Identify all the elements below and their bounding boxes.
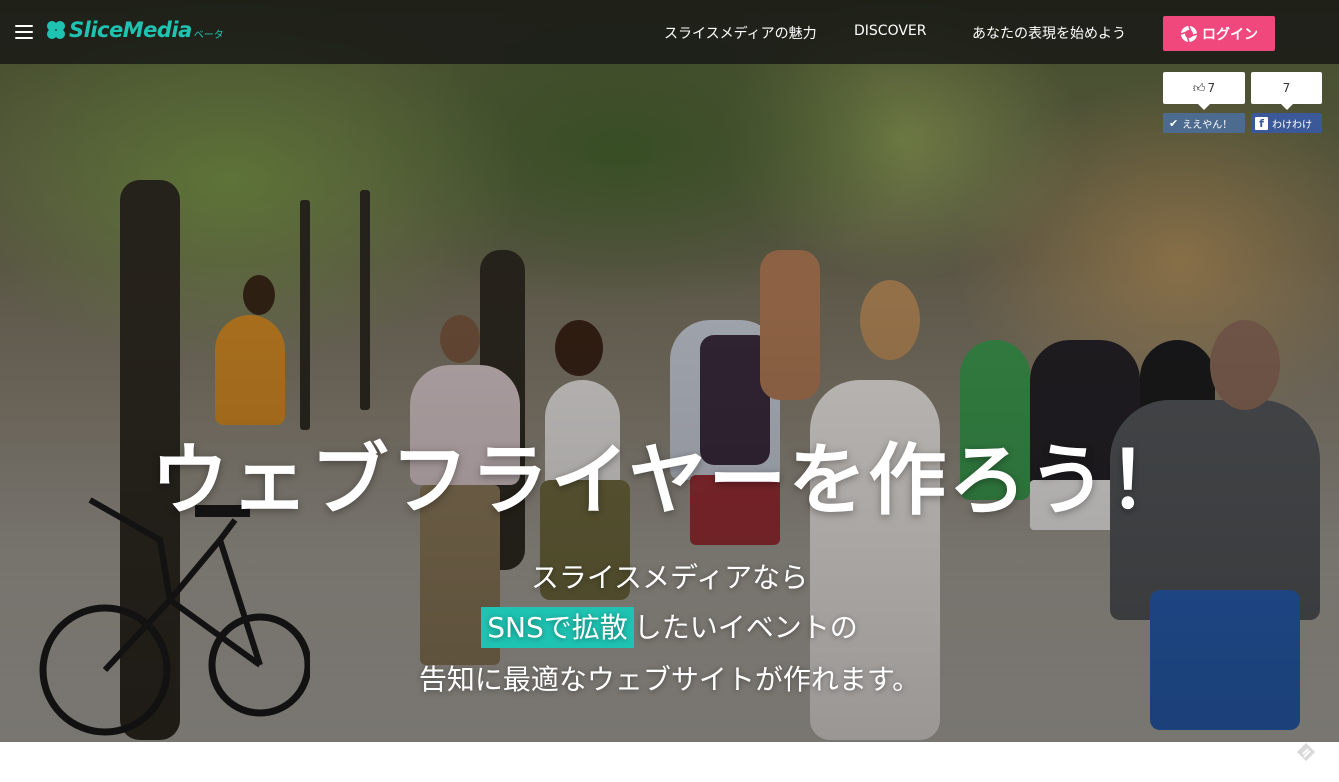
hero-highlight: SNSで拡散 bbox=[481, 607, 634, 648]
logo-text: SliceMedia bbox=[69, 18, 192, 42]
like-count: 7 bbox=[1207, 81, 1216, 95]
like-button[interactable]: ✔ ええやん！ bbox=[1163, 113, 1245, 133]
thumbs-up-icon: 👍︎ bbox=[1192, 80, 1206, 95]
like-counter: 👍︎ 7 bbox=[1163, 72, 1245, 110]
nav-discover[interactable]: DISCOVER bbox=[854, 23, 927, 39]
like-button-label: ええやん！ bbox=[1182, 119, 1233, 131]
top-navigation-bar: SliceMedia ベータ スライスメディアの魅力 DISCOVER あなたの… bbox=[0, 0, 1339, 64]
feedly-icon[interactable] bbox=[1294, 740, 1318, 764]
share-count: 7 bbox=[1282, 81, 1291, 95]
page: SliceMedia ベータ スライスメディアの魅力 DISCOVER あなたの… bbox=[0, 0, 1339, 782]
check-icon: ✔ bbox=[1169, 116, 1179, 130]
login-label: ログイン bbox=[1202, 26, 1258, 43]
hero-headline: ウェブフライヤーを作ろう！ bbox=[150, 436, 1189, 526]
hero-subline-2: SNSで拡散 したいイベントの bbox=[0, 606, 1339, 648]
share-counter: 7 bbox=[1251, 72, 1322, 110]
camera-shutter-icon bbox=[1180, 25, 1198, 42]
hero-subline-3: 告知に最適なウェブサイトが作れます。 bbox=[418, 663, 921, 696]
hero-subline-2-rest: したいイベントの bbox=[633, 611, 858, 644]
facebook-share-button[interactable]: f わけわけ bbox=[1251, 113, 1322, 133]
hero-subline-1: スライスメディアなら bbox=[530, 561, 809, 594]
footer-strip bbox=[0, 742, 1339, 782]
nav-appeal[interactable]: スライスメディアの魅力 bbox=[664, 23, 817, 43]
clover-logo-icon bbox=[47, 21, 65, 39]
hamburger-menu-icon[interactable] bbox=[15, 25, 33, 39]
share-button-label: わけわけ bbox=[1272, 119, 1312, 131]
logo[interactable]: SliceMedia ベータ bbox=[45, 18, 224, 42]
login-button[interactable]: ログイン bbox=[1163, 16, 1275, 51]
nav-start-expression[interactable]: あなたの表現を始めよう bbox=[972, 23, 1126, 43]
logo-beta-badge: ベータ bbox=[193, 29, 224, 41]
facebook-icon: f bbox=[1255, 116, 1268, 130]
